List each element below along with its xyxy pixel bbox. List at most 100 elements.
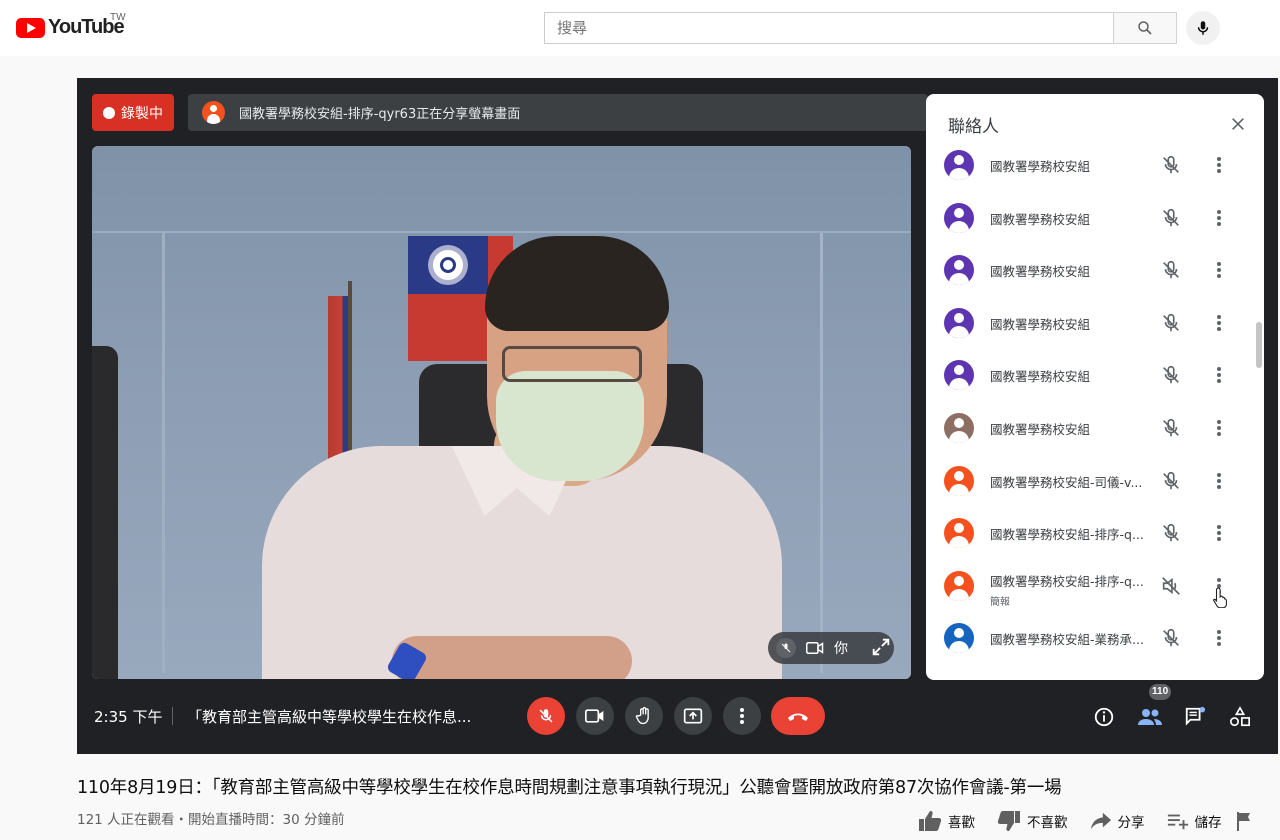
mic-off-icon <box>1163 524 1179 542</box>
chair-left <box>92 346 118 679</box>
mic-off-icon <box>1163 418 1179 437</box>
thumbs-up-icon <box>919 811 942 831</box>
record-dot-icon <box>103 106 115 119</box>
search-input[interactable] <box>545 13 1114 43</box>
participant-name: 國教署學務校安組-業務承... <box>990 632 1144 648</box>
share-icon <box>1090 812 1111 830</box>
mic-off-icon <box>1163 629 1179 647</box>
flag-icon <box>1236 812 1250 831</box>
recording-label: 錄製中 <box>121 105 163 122</box>
participant-count-badge: 110 <box>1149 684 1172 700</box>
participant-name: 國教署學務校安組-司儀-v... <box>990 474 1143 490</box>
participant-avatar <box>944 623 974 654</box>
camera-icon <box>806 642 824 654</box>
glasses <box>502 346 642 382</box>
face-mask <box>496 371 644 481</box>
close-icon[interactable] <box>1226 112 1250 136</box>
mic-off-icon <box>1163 261 1179 279</box>
video-player[interactable]: 錄製中 國教署學務校安組-排序-qyr63正在分享螢幕畫面 你 聯絡人 國教署學… <box>77 78 1278 754</box>
participant-name: 國教署學務校安組 <box>990 211 1091 227</box>
more-vert-icon[interactable] <box>1208 312 1230 334</box>
playlist-add-icon <box>1167 814 1188 830</box>
end-call-button[interactable] <box>771 697 825 735</box>
chat-button[interactable] <box>1180 702 1210 732</box>
presenter-avatar <box>202 101 225 124</box>
microphone-icon <box>1197 21 1209 35</box>
more-vert-icon[interactable] <box>1208 470 1230 492</box>
more-vert-icon[interactable] <box>1208 627 1230 649</box>
participant-row[interactable]: 國教署學務校安組 <box>926 402 1264 454</box>
hang-up-icon <box>788 713 808 721</box>
participant-subtitle: 簡報 <box>990 596 1010 608</box>
panel-scrollbar[interactable] <box>1256 322 1262 368</box>
participant-row[interactable]: 國教署學務校安組 <box>926 349 1264 401</box>
video-actions: 喜歡 不喜歡 分享 儲存 <box>918 808 1258 834</box>
camera-toggle-button[interactable] <box>576 697 614 735</box>
participant-name: 國教署學務校安組 <box>990 316 1091 332</box>
volume-off-icon <box>1162 576 1180 595</box>
people-icon <box>1138 709 1162 725</box>
like-label: 喜歡 <box>948 815 975 831</box>
dislike-button[interactable]: 不喜歡 <box>997 810 1068 832</box>
participant-row[interactable]: 國教署學務校安組 <box>926 297 1264 349</box>
mic-off-icon <box>1163 313 1179 332</box>
mic-toggle-button[interactable] <box>527 697 565 735</box>
raise-hand-button[interactable] <box>625 697 663 735</box>
speaker-video-tile: 你 <box>92 146 911 679</box>
participant-avatar <box>944 255 974 286</box>
participant-row[interactable]: 國教署學務校安組-排序-q... <box>926 507 1264 559</box>
participant-row[interactable]: 國教署學務校安組 <box>926 244 1264 296</box>
participant-row[interactable]: 國教署學務校安組 <box>926 139 1264 191</box>
self-label: 你 <box>834 641 848 657</box>
youtube-header: YouTube TW <box>0 0 1280 56</box>
recording-badge: 錄製中 <box>92 94 174 131</box>
region-code: TW <box>110 12 126 23</box>
panel-title: 聯絡人 <box>948 117 999 137</box>
mic-off-icon <box>1163 471 1179 489</box>
more-vert-icon[interactable] <box>1208 522 1230 544</box>
search-button[interactable] <box>1113 12 1177 44</box>
like-button[interactable]: 喜歡 <box>918 810 975 832</box>
youtube-logo[interactable]: YouTube <box>16 16 125 39</box>
expand-icon[interactable] <box>870 636 894 660</box>
participant-row[interactable]: 國教署學務校安組 <box>926 192 1264 244</box>
more-vert-icon[interactable] <box>1208 364 1230 386</box>
participant-avatar <box>944 570 974 601</box>
save-button[interactable]: 儲存 <box>1167 811 1222 831</box>
more-vert-icon <box>740 708 744 724</box>
participant-name: 國教署學務校安組-排序-q... <box>990 527 1144 543</box>
participant-avatar <box>944 413 974 443</box>
more-options-button[interactable] <box>723 697 761 735</box>
dislike-label: 不喜歡 <box>1027 815 1068 831</box>
search-icon <box>1138 21 1152 35</box>
youtube-play-icon <box>16 17 45 38</box>
participant-name: 國教署學務校安組 <box>990 369 1091 385</box>
participant-avatar <box>944 202 974 233</box>
report-button[interactable] <box>1236 811 1258 831</box>
mic-off-icon <box>539 709 553 723</box>
participant-name: 國教署學務校安組 <box>990 422 1091 437</box>
participant-avatar <box>944 360 974 391</box>
participant-row[interactable]: 國教署學務校安組-司儀-v... <box>926 455 1264 507</box>
present-screen-button[interactable] <box>674 697 712 735</box>
more-vert-icon[interactable] <box>1208 207 1230 229</box>
video-meta: 121 人正在觀看・開始直播時間：30 分鐘前 <box>77 812 345 828</box>
info-icon <box>1094 707 1114 727</box>
more-vert-icon[interactable] <box>1208 154 1230 176</box>
activities-button[interactable] <box>1225 702 1255 732</box>
participant-avatar <box>944 307 974 338</box>
participant-avatar <box>944 150 974 180</box>
share-label: 分享 <box>1117 815 1145 831</box>
share-button[interactable]: 分享 <box>1090 811 1145 831</box>
share-banner-text: 國教署學務校安組-排序-qyr63正在分享螢幕畫面 <box>239 107 521 122</box>
thumbs-down-icon <box>997 811 1020 831</box>
meeting-info-button[interactable] <box>1089 702 1119 732</box>
participant-name: 國教署學務校安組 <box>990 264 1091 280</box>
more-vert-icon[interactable] <box>1208 259 1230 281</box>
participant-row[interactable]: 國教署學務校安組-業務承... <box>926 612 1264 664</box>
participant-name: 國教署學務校安組 <box>990 159 1091 174</box>
people-button[interactable] <box>1135 702 1165 732</box>
voice-search-button[interactable] <box>1186 11 1220 45</box>
participant-avatar <box>944 465 974 496</box>
more-vert-icon[interactable] <box>1208 417 1230 439</box>
